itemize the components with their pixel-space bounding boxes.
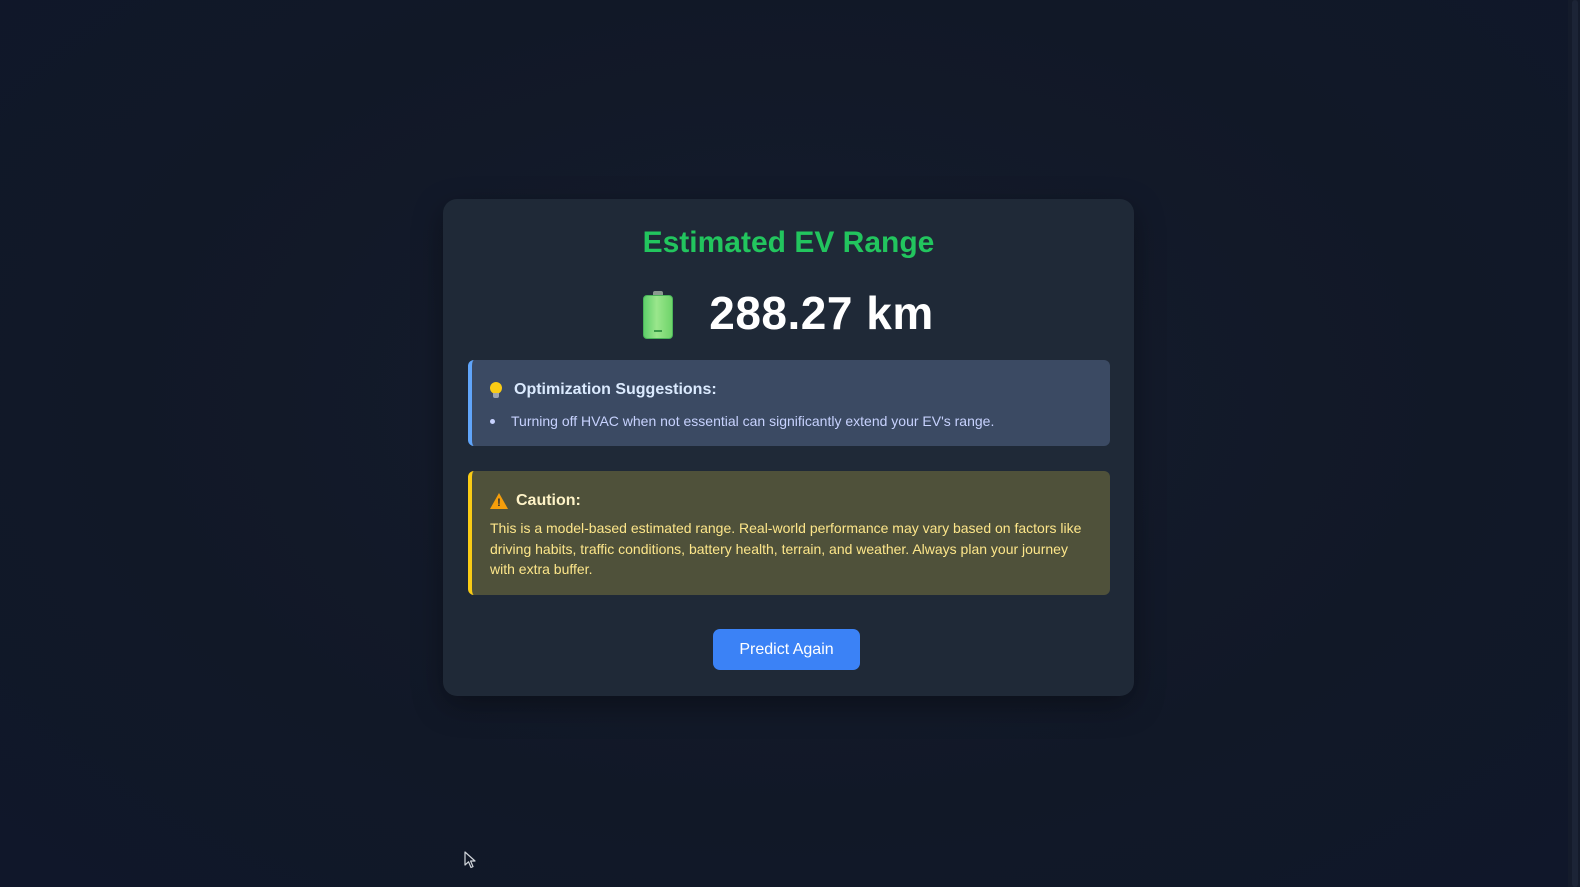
caution-title: Caution: — [516, 492, 581, 509]
predict-again-button[interactable]: Predict Again — [713, 629, 860, 670]
range-value: 288.27 km — [709, 287, 934, 339]
list-item: Turning off HVAC when not essential can … — [490, 412, 994, 430]
caution-box: ! Caution: This is a model-based estimat… — [468, 471, 1110, 595]
range-display: 288.27 km — [443, 283, 1134, 343]
suggestion-text: Turning off HVAC when not essential can … — [511, 413, 995, 429]
suggestions-title: Optimization Suggestions: — [514, 381, 717, 398]
mouse-cursor-icon — [464, 851, 476, 869]
optimization-suggestions-box: Optimization Suggestions: Turning off HV… — [468, 360, 1110, 446]
scrollbar-thumb[interactable] — [1572, 0, 1578, 887]
bullet-icon — [490, 418, 495, 424]
suggestions-header: Optimization Suggestions: — [490, 380, 717, 400]
battery-icon — [643, 291, 674, 339]
lightbulb-icon — [490, 381, 502, 399]
scrollbar[interactable] — [1568, 0, 1580, 887]
caution-header: ! Caution: — [490, 491, 581, 511]
caution-text: This is a model-based estimated range. R… — [490, 520, 1082, 577]
warning-icon: ! — [490, 493, 508, 509]
result-title: Estimated EV Range — [642, 226, 935, 259]
result-card: Estimated EV Range 288.27 km Optimizatio… — [443, 199, 1134, 696]
page: Estimated EV Range 288.27 km Optimizatio… — [0, 0, 1580, 887]
suggestions-list: Turning off HVAC when not essential can … — [490, 412, 994, 430]
